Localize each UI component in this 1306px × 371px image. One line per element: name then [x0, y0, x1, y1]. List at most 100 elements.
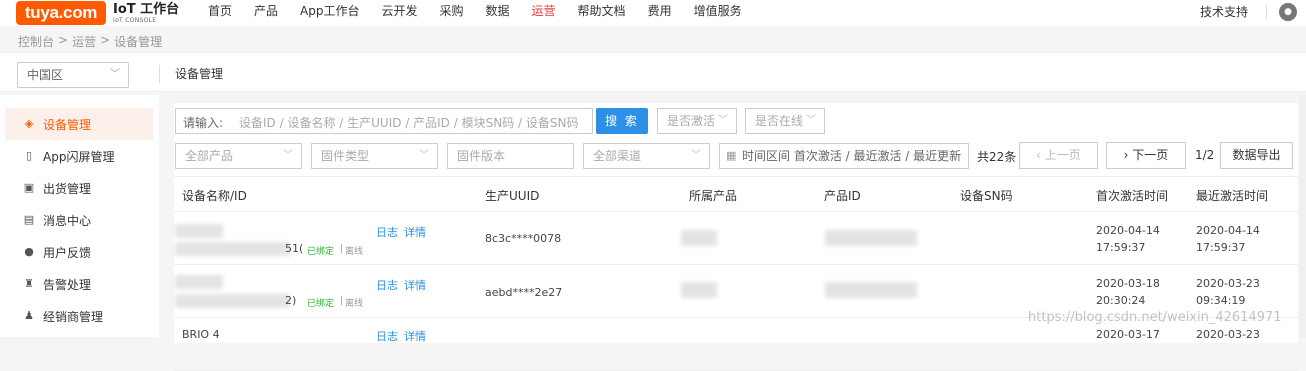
detail-link[interactable]: 详情	[404, 224, 426, 240]
prev-page-button[interactable]: ‹ 上一页	[1019, 142, 1098, 169]
blurred-product-id	[825, 282, 917, 298]
export-button[interactable]: 数据导出	[1220, 142, 1293, 169]
chevron-left-icon: ‹	[1036, 148, 1045, 162]
blurred-device-id	[175, 242, 290, 256]
product-select-value: 全部产品	[185, 149, 234, 163]
firmware-version-placeholder: 固件版本	[457, 149, 506, 163]
activated-select-value: 是否激活	[667, 114, 716, 128]
first-activation-date: 2020-03-18	[1096, 277, 1160, 290]
region-bar: 中国区 ﹀ 设备管理	[0, 52, 1306, 92]
nav-help-docs[interactable]: 帮助文档	[578, 0, 626, 26]
col-first-activation: 首次激活时间	[1096, 189, 1169, 203]
nav-home[interactable]: 首页	[208, 0, 232, 26]
search-input[interactable]: 请输入: 设备ID / 设备名称 / 生产UUID / 产品ID / 模块SN码…	[175, 108, 593, 134]
sidebar-item-label: 消息中心	[43, 213, 92, 228]
blurred-device-name	[175, 275, 223, 289]
nav-billing[interactable]: 费用	[648, 0, 672, 26]
last-activation-date: 2020-03-23	[1196, 277, 1260, 290]
channel-select[interactable]: 全部渠道 ﹀	[583, 143, 710, 169]
page-title: 设备管理	[175, 67, 224, 81]
last-activation-time: 17:59:37	[1196, 241, 1246, 254]
date-range-placeholder: 时间区间 首次激活 / 最近激活 / 最近更新	[742, 149, 962, 163]
nav-app-workbench[interactable]: App工作台	[300, 0, 359, 26]
col-last-activation: 最近激活时间	[1196, 189, 1269, 203]
breadcrumb-operations[interactable]: 运营	[72, 33, 96, 50]
user-avatar-icon[interactable]: ●	[1279, 3, 1297, 21]
sidebar-item-app-splash[interactable]: ▯ App闪屏管理	[5, 140, 153, 172]
main-content: 请输入: 设备ID / 设备名称 / 生产UUID / 产品ID / 模块SN码…	[159, 95, 1306, 371]
breadcrumb-console[interactable]: 控制台	[18, 33, 54, 50]
phone-icon: ▯	[25, 149, 33, 162]
chevron-right-icon: ›	[1123, 148, 1133, 162]
page-scrollbar[interactable]	[1299, 95, 1306, 337]
firmware-version-input[interactable]: 固件版本	[447, 143, 574, 169]
offline-badge: 离线	[345, 247, 364, 257]
sidebar: ◈ 设备管理 ▯ App闪屏管理 ▣ 出货管理 ▤ 消息中心 ● 用户反馈 ♜ …	[0, 95, 159, 337]
next-page-button[interactable]: › 下一页	[1106, 142, 1186, 169]
console-subtitle: IoT CONSOLE	[113, 17, 157, 24]
log-link[interactable]: 日志	[376, 224, 398, 240]
last-activation-time: 09:34:19	[1196, 294, 1246, 307]
bound-badge: 已绑定	[307, 247, 335, 257]
tuya-logo[interactable]: tuya.com	[16, 1, 106, 25]
breadcrumb-sep: >	[58, 33, 69, 47]
first-activation-time: 17:59:37	[1096, 241, 1146, 254]
nav-operations[interactable]: 运营	[532, 0, 556, 26]
search-label: 请输入:	[183, 116, 224, 130]
search-placeholder: 设备ID / 设备名称 / 生产UUID / 产品ID / 模块SN码 / 设备…	[239, 116, 579, 130]
col-device-sn: 设备SN码	[960, 189, 1013, 203]
table-header: 设备名称/ID 生产UUID 所属产品 产品ID 设备SN码 首次激活时间 最近…	[174, 176, 1298, 212]
offline-badge: 离线	[345, 299, 364, 309]
log-link[interactable]: 日志	[376, 277, 398, 293]
detail-link[interactable]: 详情	[404, 277, 426, 293]
chevron-down-icon: ﹀	[419, 150, 429, 161]
chevron-down-icon: ﹀	[110, 69, 120, 80]
bound-badge: 已绑定	[307, 299, 335, 309]
blurred-device-name	[175, 224, 223, 238]
main-nav: 首页 产品 App工作台 云开发 采购 数据 运营 帮助文档 费用 增值服务	[208, 0, 764, 26]
col-product: 所属产品	[689, 189, 738, 203]
product-select[interactable]: 全部产品 ﹀	[175, 143, 302, 169]
device-id-suffix: 51(	[285, 242, 304, 255]
breadcrumb: 控制台 > 运营 > 设备管理	[18, 33, 166, 50]
sidebar-item-label: 经销商管理	[43, 309, 104, 324]
sidebar-item-feedback[interactable]: ● 用户反馈	[5, 236, 153, 268]
firmware-type-select[interactable]: 固件类型 ﹀	[311, 143, 438, 169]
calendar-icon: ▦	[726, 149, 737, 162]
blurred-device-id	[175, 294, 290, 308]
region-select[interactable]: 中国区 ﹀	[17, 62, 129, 88]
page-indicator: 1/2	[1195, 148, 1215, 162]
tech-support-link[interactable]: 技术支持	[1200, 3, 1248, 20]
sep-bar: |	[340, 296, 344, 306]
search-button[interactable]: 搜 索	[596, 108, 648, 134]
nav-purchase[interactable]: 采购	[440, 0, 464, 26]
device-name: BRIO 4	[182, 328, 220, 341]
chevron-down-icon: ﹀	[691, 150, 701, 161]
chevron-down-icon: ﹀	[806, 115, 816, 126]
next-page-label: 下一页	[1132, 148, 1169, 162]
console-title-text: IoT 工作台	[113, 2, 180, 17]
nav-value-added[interactable]: 增值服务	[694, 0, 742, 26]
region-divider	[159, 65, 160, 83]
box-icon: ▣	[23, 181, 35, 194]
col-uuid: 生产UUID	[485, 189, 540, 203]
online-select-value: 是否在线	[755, 114, 804, 128]
nav-data[interactable]: 数据	[486, 0, 510, 26]
detail-link[interactable]: 详情	[404, 328, 426, 344]
activated-select[interactable]: 是否激活 ﹀	[657, 108, 737, 134]
uuid-cell: 8c3c****0078	[485, 232, 562, 245]
online-select[interactable]: 是否在线 ﹀	[745, 108, 825, 134]
device-panel: 请输入: 设备ID / 设备名称 / 生产UUID / 产品ID / 模块SN码…	[174, 103, 1298, 371]
sidebar-item-alarms[interactable]: ♜ 告警处理	[5, 268, 153, 300]
nav-product[interactable]: 产品	[254, 0, 278, 26]
blurred-product-id	[825, 230, 917, 246]
sidebar-item-shipment[interactable]: ▣ 出货管理	[5, 172, 153, 204]
nav-cloud-dev[interactable]: 云开发	[381, 0, 417, 26]
date-range-picker[interactable]: ▦ 时间区间 首次激活 / 最近激活 / 最近更新	[719, 143, 969, 169]
firmware-type-select-value: 固件类型	[321, 149, 370, 163]
sidebar-item-dealers[interactable]: ♟ 经销商管理	[5, 300, 153, 332]
sidebar-item-messages[interactable]: ▤ 消息中心	[5, 204, 153, 236]
sidebar-item-device-mgmt[interactable]: ◈ 设备管理	[5, 108, 153, 140]
breadcrumb-device-mgmt: 设备管理	[114, 35, 163, 49]
log-link[interactable]: 日志	[376, 328, 398, 344]
